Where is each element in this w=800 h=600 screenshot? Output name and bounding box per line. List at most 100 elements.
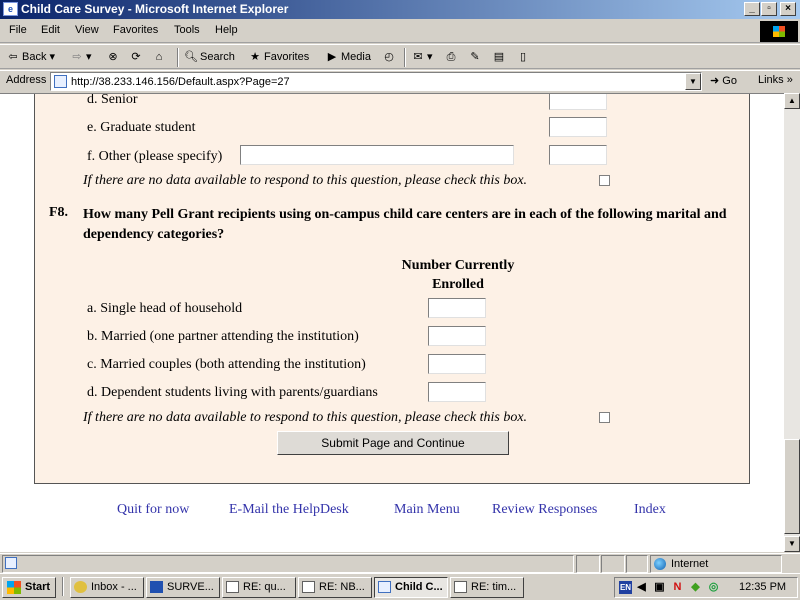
url-input[interactable] — [71, 74, 681, 89]
network-icon[interactable]: ▣ — [653, 581, 666, 594]
mail-message-icon — [302, 581, 315, 593]
main-menu-link[interactable]: Main Menu — [394, 502, 460, 518]
scroll-thumb[interactable] — [784, 439, 800, 534]
scroll-up-icon[interactable]: ▲ — [784, 93, 800, 109]
column-header-line1: Number Currently — [401, 258, 515, 273]
messenger-button[interactable]: ▯ — [516, 49, 532, 66]
task-label: Inbox - ... — [91, 581, 137, 593]
no-data-checkbox[interactable] — [599, 412, 610, 423]
forward-button[interactable]: ⇨ ▾ — [70, 49, 91, 66]
other-specify-input[interactable] — [240, 145, 514, 165]
scroll-down-icon[interactable]: ▼ — [784, 536, 800, 552]
menu-help[interactable]: Help — [215, 24, 238, 36]
media-button[interactable]: ▶ Media — [325, 49, 371, 66]
norton-icon[interactable]: N — [671, 581, 684, 594]
address-bar: Address ▼ ➜ Go Links » — [0, 70, 800, 92]
volume-icon[interactable]: ◀ — [635, 581, 648, 594]
no-data-checkbox-prev[interactable] — [599, 175, 610, 186]
married-both-input[interactable] — [428, 354, 486, 374]
row-label-other: f. Other (please specify) — [87, 149, 223, 164]
task-re-qu[interactable]: RE: qu... — [222, 577, 296, 598]
toolbar-separator — [404, 48, 406, 67]
graduate-input[interactable] — [549, 117, 607, 137]
status-cell — [576, 555, 600, 573]
row-label-senior: d. Senior — [87, 93, 138, 107]
minimize-button[interactable]: _ — [744, 2, 760, 16]
address-dropdown-icon[interactable]: ▼ — [685, 73, 701, 90]
column-header-line2: Enrolled — [432, 277, 484, 292]
history-button[interactable]: ◴ — [382, 49, 398, 66]
print-button[interactable]: ⎙ — [444, 49, 460, 66]
no-data-note: If there are no data available to respon… — [83, 410, 528, 425]
refresh-icon: ⟳ — [131, 51, 141, 64]
printer-icon: ⎙ — [446, 51, 456, 64]
ie-app-icon: e — [3, 2, 18, 16]
windows-flag-icon — [773, 26, 785, 37]
start-button[interactable]: Start — [2, 577, 56, 598]
senior-input[interactable] — [549, 94, 607, 110]
email-helpdesk-link[interactable]: E-Mail the HelpDesk — [229, 502, 349, 518]
dependent-input[interactable] — [428, 382, 486, 402]
media-label: Media — [341, 51, 371, 63]
task-re-tim[interactable]: RE: tim... — [450, 577, 524, 598]
task-inbox[interactable]: Inbox - ... — [70, 577, 144, 598]
status-bar: Internet — [0, 553, 800, 573]
messenger-icon: ▯ — [519, 51, 527, 64]
back-button[interactable]: ⇦ Back ▾ — [6, 49, 55, 66]
refresh-button[interactable]: ⟳ — [129, 49, 145, 66]
question-text: How many Pell Grant recipients using on-… — [83, 207, 727, 242]
links-label: Links — [758, 74, 784, 86]
back-label: Back — [22, 51, 47, 63]
favorites-label: Favorites — [264, 51, 310, 63]
address-field[interactable]: ▼ — [50, 72, 702, 91]
search-icon: 🔍︎ — [184, 51, 198, 64]
quit-link[interactable]: Quit for now — [117, 502, 189, 518]
forward-arrow-icon: ⇨ — [72, 51, 82, 64]
single-head-input[interactable] — [428, 298, 486, 318]
status-cell — [626, 555, 648, 573]
menu-bar: File Edit View Favorites Tools Help — [0, 19, 800, 43]
menu-file[interactable]: File — [9, 24, 27, 36]
links-button[interactable]: Links » — [758, 74, 793, 86]
stop-button[interactable]: ⊗ — [106, 49, 122, 66]
task-child-care[interactable]: Child C... — [374, 577, 448, 598]
favorites-button[interactable]: ★ Favorites — [248, 49, 309, 66]
security-zone: Internet — [650, 555, 782, 573]
mail-button[interactable]: ✉ ▾ — [411, 49, 432, 66]
go-button[interactable]: ➜ Go — [710, 74, 737, 87]
discuss-button[interactable]: ▤ — [492, 49, 508, 66]
menu-tools[interactable]: Tools — [174, 24, 200, 36]
word-icon — [150, 581, 163, 593]
toolbar-separator — [177, 48, 179, 67]
other-count-input[interactable] — [549, 145, 607, 165]
address-label: Address — [6, 74, 47, 86]
edit-page-icon: ✎ — [470, 51, 480, 64]
title-bar: e Child Care Survey - Microsoft Internet… — [0, 0, 800, 19]
task-re-nb[interactable]: RE: NB... — [298, 577, 372, 598]
windows-logo-throbber — [760, 21, 798, 42]
menu-favorites[interactable]: Favorites — [113, 24, 158, 36]
no-data-note: If there are no data available to respon… — [83, 173, 528, 188]
sync-icon[interactable]: ◎ — [707, 581, 720, 594]
married-one-input[interactable] — [428, 326, 486, 346]
maximize-button[interactable]: ▫ — [761, 2, 777, 16]
menu-view[interactable]: View — [75, 24, 99, 36]
clock: 12:35 PM — [739, 581, 787, 593]
task-survey[interactable]: SURVE... — [146, 577, 220, 598]
search-button[interactable]: 🔍︎ Search — [184, 49, 235, 66]
index-link[interactable]: Index — [634, 502, 666, 518]
start-label: Start — [25, 581, 51, 593]
taskbar-separator — [62, 577, 64, 596]
home-button[interactable]: ⌂ — [152, 49, 168, 66]
task-label: RE: NB... — [319, 581, 365, 593]
survey-form-panel: d. Senior e. Graduate student f. Other (… — [34, 93, 750, 484]
edit-button[interactable]: ✎ — [468, 49, 484, 66]
menu-edit[interactable]: Edit — [41, 24, 60, 36]
vertical-scrollbar[interactable]: ▲ ▼ — [784, 93, 800, 552]
close-button[interactable]: × — [780, 2, 796, 16]
language-icon[interactable]: EN — [619, 581, 632, 594]
review-responses-link[interactable]: Review Responses — [492, 502, 597, 518]
messenger-tray-icon[interactable]: ◆ — [689, 581, 702, 594]
submit-button[interactable]: Submit Page and Continue — [277, 431, 509, 455]
taskbar: Start Inbox - ... SURVE... RE: qu... RE:… — [0, 573, 800, 600]
